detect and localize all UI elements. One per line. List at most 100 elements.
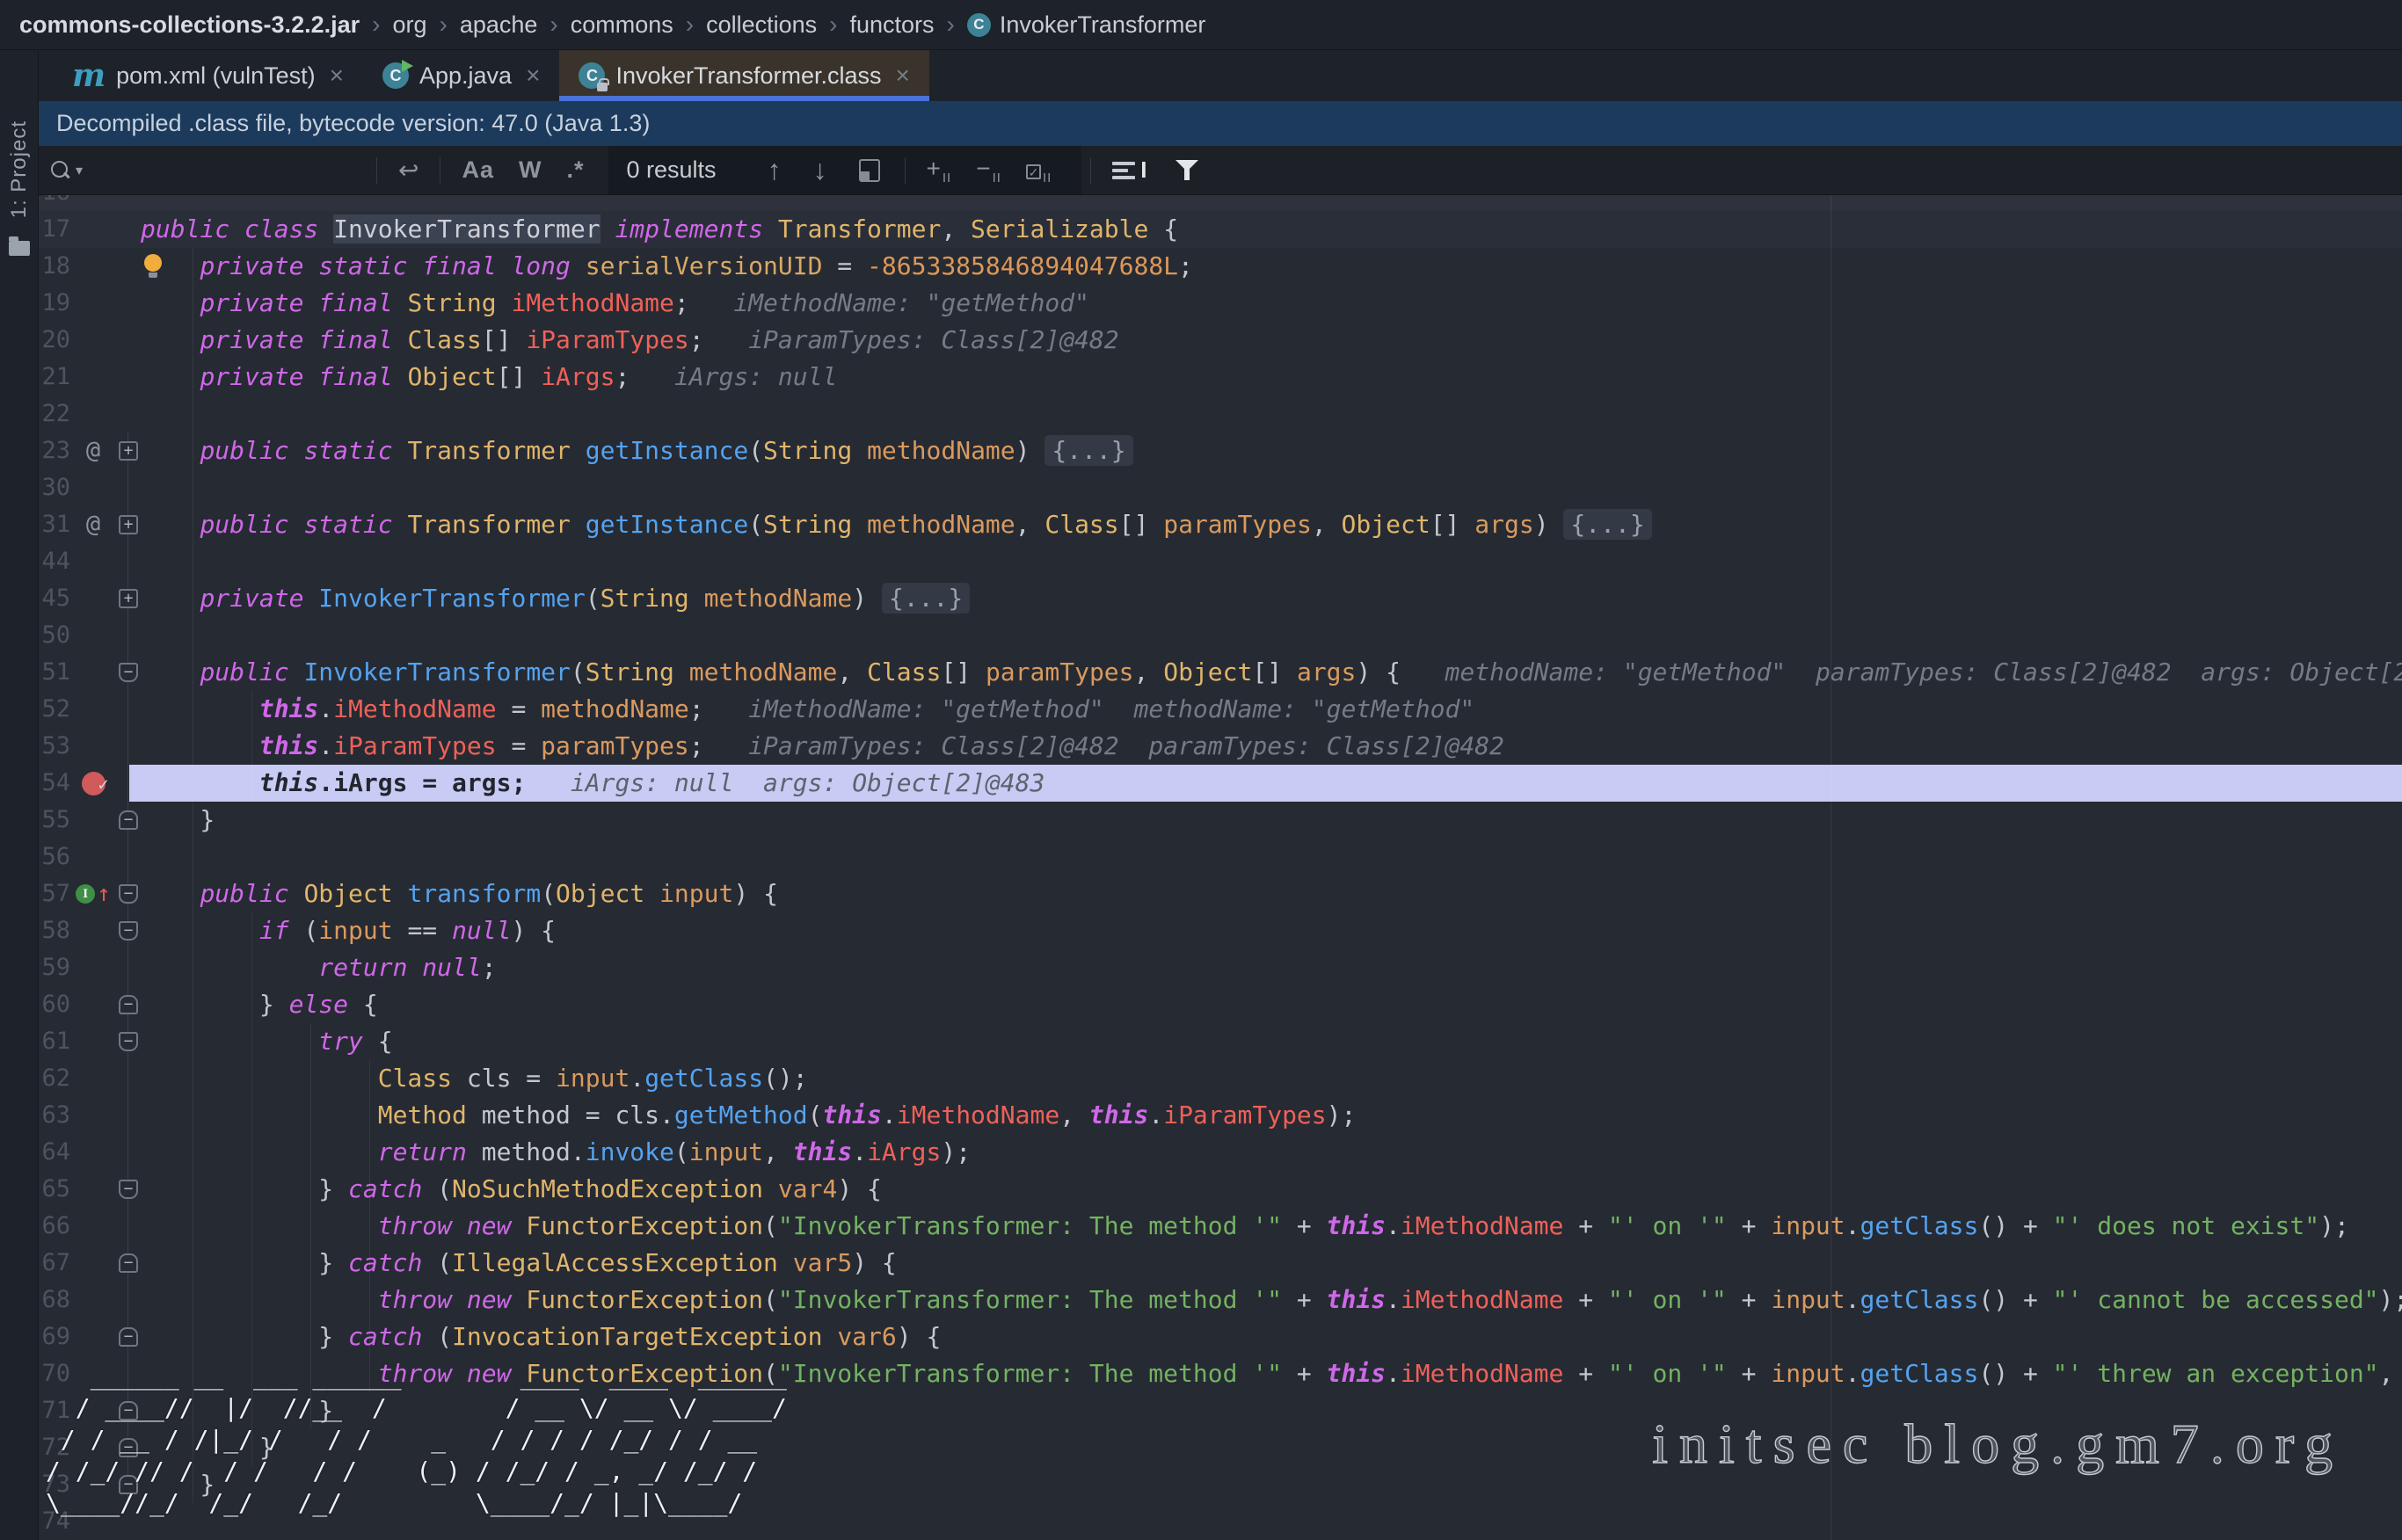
implements-method-icon[interactable]: I	[76, 884, 95, 904]
code-token: this	[822, 1101, 881, 1130]
editor-tab[interactable]: CInvokerTransformer.class×	[559, 50, 928, 101]
code-line-text[interactable]: private final Object[] iArgs; iArgs: nul…	[141, 359, 2402, 396]
remove-occurrence-button[interactable]: −II	[964, 155, 1014, 185]
editor-tab[interactable]: mpom.xml (vulnTest)×	[53, 50, 363, 101]
line-number: 17	[39, 211, 70, 248]
code-line-text[interactable]: } catch (InvocationTargetException var6)…	[141, 1318, 2402, 1355]
code-line-text[interactable]	[141, 617, 2402, 654]
fold-marker-expanded[interactable]: −	[119, 1032, 138, 1051]
breadcrumb-item[interactable]: org	[392, 11, 426, 39]
find-in-selection-icon[interactable]	[859, 159, 880, 182]
gutter-icon-slot[interactable]: ✓	[70, 765, 116, 802]
code-line-text[interactable]: }	[141, 1392, 2402, 1429]
newline-toggle-icon[interactable]: ↩	[386, 156, 431, 185]
gutter-icon-slot	[70, 949, 116, 986]
fold-marker-collapsed[interactable]: +	[119, 515, 138, 534]
code-line-text[interactable]	[141, 1503, 2402, 1540]
fold-marker-end[interactable]: −	[119, 1401, 138, 1420]
code-line-text[interactable]	[141, 396, 2402, 432]
previous-occurrence-button[interactable]: ↑	[752, 154, 797, 186]
fold-marker-expanded[interactable]: −	[119, 663, 138, 682]
code-line-text[interactable]: throw new FunctorException("InvokerTrans…	[141, 1282, 2402, 1318]
code-line-text[interactable]: private final Class[] iParamTypes; iPara…	[141, 322, 2402, 359]
project-folder-icon[interactable]	[9, 241, 30, 256]
add-occurrence-button[interactable]: +II	[914, 155, 964, 185]
breadcrumb-item[interactable]: functors	[849, 11, 934, 39]
code-line-text[interactable]: try {	[141, 1023, 2402, 1060]
code-line-text[interactable]: public static Transformer getInstance(St…	[141, 432, 2402, 469]
fold-marker-end[interactable]: −	[119, 1475, 138, 1494]
code-line-text[interactable]: Method method = cls.getMethod(this.iMeth…	[141, 1097, 2402, 1134]
fold-marker-expanded[interactable]: −	[119, 1180, 138, 1199]
search-input[interactable]: ▾	[39, 146, 368, 194]
code-token: InvokerTransformer	[303, 657, 570, 686]
fold-marker-end[interactable]: −	[119, 1438, 138, 1457]
fold-gutter	[116, 248, 141, 285]
code-line: 60− } else {	[39, 986, 2402, 1023]
code-token: (	[541, 879, 556, 908]
search-history-chevron-icon[interactable]: ▾	[76, 162, 83, 179]
code-line-text[interactable]	[141, 469, 2402, 506]
fold-marker-end[interactable]: −	[119, 810, 138, 830]
code-line-text[interactable]: }	[141, 1429, 2402, 1466]
code-line-text[interactable]: } else {	[141, 986, 2402, 1023]
whole-words-toggle[interactable]: W	[506, 156, 554, 184]
breadcrumb-item[interactable]: collections	[706, 11, 817, 39]
breadcrumb-item[interactable]: commons	[571, 11, 673, 39]
tab-close-icon[interactable]: ×	[896, 63, 910, 88]
code-line-text[interactable]: private InvokerTransformer(String method…	[141, 580, 2402, 617]
fold-marker-collapsed[interactable]: +	[119, 589, 138, 608]
code-line-text[interactable]: }	[141, 1466, 2402, 1503]
code-line-text[interactable]: public Object transform(Object input) {	[141, 875, 2402, 912]
code-line-text[interactable]: this.iMethodName = methodName; iMethodNa…	[141, 691, 2402, 728]
code-line-text[interactable]	[141, 839, 2402, 875]
filter-funnel-icon[interactable]	[1176, 160, 1198, 181]
breakpoint-icon[interactable]: ✓	[82, 772, 106, 795]
banner-text: Decompiled .class file, bytecode version…	[56, 110, 650, 137]
line-number: 53	[39, 728, 70, 765]
code-line-text[interactable]: private static final long serialVersionU…	[141, 248, 2402, 285]
fold-marker-expanded[interactable]: −	[119, 884, 138, 904]
match-case-toggle[interactable]: Aa	[449, 156, 506, 184]
code-line-text[interactable]: throw new FunctorException("InvokerTrans…	[141, 1355, 2402, 1392]
tool-window-button-project[interactable]: 1: Project	[7, 120, 32, 218]
fold-marker-expanded[interactable]: −	[119, 921, 138, 941]
code-line-text[interactable]: }	[141, 802, 2402, 839]
code-line-text[interactable]: Class cls = input.getClass();	[141, 1060, 2402, 1097]
code-line-text[interactable]: if (input == null) {	[141, 912, 2402, 949]
code-token: (	[571, 657, 586, 686]
regex-toggle[interactable]: .*	[554, 156, 596, 184]
code-line-text[interactable]: public static Transformer getInstance(St…	[141, 506, 2402, 543]
next-occurrence-button[interactable]: ↓	[797, 154, 843, 186]
editor-tab[interactable]: CApp.java×	[363, 50, 559, 101]
fold-marker-end[interactable]: −	[119, 1253, 138, 1273]
code-token	[141, 362, 200, 391]
code-line-text[interactable]: } catch (IllegalAccessException var5) {	[141, 1245, 2402, 1282]
code-line-text[interactable]: return null;	[141, 949, 2402, 986]
tab-close-icon[interactable]: ×	[330, 63, 344, 88]
fold-marker-end[interactable]: −	[119, 995, 138, 1014]
fold-marker-collapsed[interactable]: +	[119, 441, 138, 461]
editor-code-area[interactable]: 1617public class InvokerTransformer impl…	[39, 174, 2402, 1540]
tab-close-icon[interactable]: ×	[526, 63, 540, 88]
gutter-icon-slot[interactable]: I↑	[70, 875, 116, 912]
code-line-text[interactable]: return method.invoke(input, this.iArgs);	[141, 1134, 2402, 1171]
code-line-text[interactable]: public class InvokerTransformer implemen…	[141, 211, 2402, 248]
code-line-text[interactable]: private final String iMethodName; iMetho…	[141, 285, 2402, 322]
code-line-text[interactable]	[141, 543, 2402, 580]
fold-marker-end[interactable]: −	[119, 1327, 138, 1347]
line-number: 59	[39, 949, 70, 986]
breadcrumb-item[interactable]: CInvokerTransformer	[967, 11, 1206, 39]
code-line-text[interactable]: this.iArgs = args; iArgs: null args: Obj…	[141, 765, 2402, 802]
code-line-text[interactable]: } catch (NoSuchMethodException var4) {	[141, 1171, 2402, 1208]
select-all-occurrences-button[interactable]: ✓II	[1014, 155, 1064, 185]
line-number: 64	[39, 1134, 70, 1171]
filter-lines-icon[interactable]: I	[1100, 156, 1159, 184]
code-line-text[interactable]: throw new FunctorException("InvokerTrans…	[141, 1208, 2402, 1245]
breadcrumb-item[interactable]: commons-collections-3.2.2.jar	[19, 11, 360, 39]
code-line-text[interactable]: public InvokerTransformer(String methodN…	[141, 654, 2402, 691]
code-line-text[interactable]: this.iParamTypes = paramTypes; iParamTyp…	[141, 728, 2402, 765]
breadcrumb-item[interactable]: apache	[460, 11, 538, 39]
code-token: ;	[511, 768, 526, 797]
intention-bulb-icon[interactable]	[144, 254, 162, 272]
